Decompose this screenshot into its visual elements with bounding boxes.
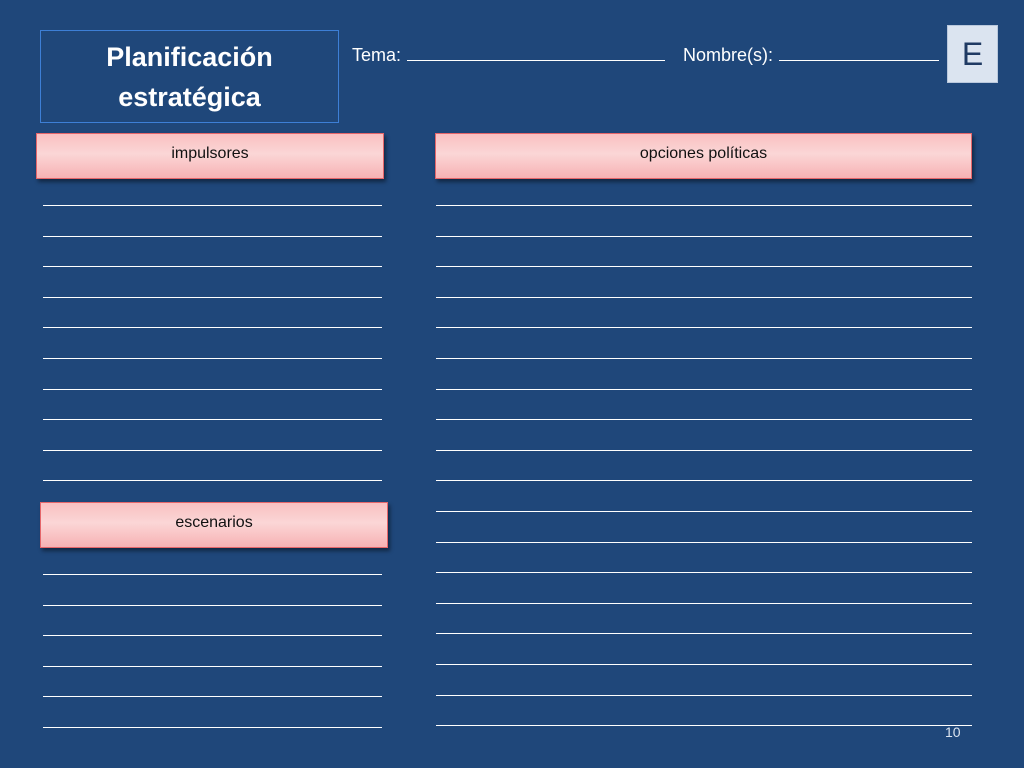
- blank-writing-line[interactable]: [436, 664, 972, 665]
- blank-writing-line[interactable]: [436, 266, 972, 268]
- blank-writing-line[interactable]: [43, 358, 382, 359]
- letter-badge: E: [947, 25, 998, 83]
- blank-writing-line[interactable]: [43, 665, 382, 667]
- blank-writing-line[interactable]: [436, 449, 972, 451]
- blank-writing-line[interactable]: [43, 574, 382, 575]
- page-number: 10: [945, 724, 961, 740]
- blank-writing-line[interactable]: [43, 327, 382, 329]
- blank-writing-line[interactable]: [43, 604, 382, 606]
- section-label-opciones-politicas: opciones políticas: [639, 145, 768, 162]
- blank-writing-line[interactable]: [43, 480, 382, 482]
- blank-writing-line[interactable]: [436, 511, 972, 512]
- letter-badge-text: E: [961, 35, 984, 72]
- blank-writing-line[interactable]: [436, 358, 972, 359]
- nombre-blank[interactable]: [779, 42, 940, 61]
- blank-writing-line[interactable]: [436, 235, 972, 237]
- blank-writing-line[interactable]: [43, 235, 382, 237]
- blank-writing-line[interactable]: [436, 694, 972, 696]
- blank-writing-line[interactable]: [43, 635, 382, 637]
- blank-writing-line[interactable]: [43, 266, 382, 268]
- blank-writing-line[interactable]: [436, 541, 972, 543]
- title-box: Planificación estratégica: [40, 30, 339, 123]
- blank-writing-line[interactable]: [436, 388, 972, 390]
- tema-label: Tema:: [352, 45, 402, 65]
- blank-writing-line[interactable]: [436, 602, 972, 604]
- blank-writing-line[interactable]: [436, 419, 972, 421]
- header-fields: Tema: Nombre(s):: [352, 42, 940, 68]
- section-label-impulsores: impulsores: [171, 145, 249, 162]
- section-header-escenarios: escenarios: [40, 502, 388, 548]
- page-title: Planificación estratégica: [106, 41, 273, 112]
- blank-writing-line[interactable]: [43, 388, 382, 390]
- section-header-impulsores: impulsores: [36, 133, 384, 179]
- blank-writing-line[interactable]: [43, 449, 382, 451]
- tema-blank[interactable]: [407, 42, 666, 61]
- blank-writing-line[interactable]: [43, 296, 382, 298]
- blank-writing-line[interactable]: [436, 633, 972, 635]
- blank-writing-line[interactable]: [43, 419, 382, 421]
- blank-writing-line[interactable]: [436, 327, 972, 329]
- blank-writing-line[interactable]: [43, 696, 382, 698]
- blank-writing-line[interactable]: [436, 572, 972, 574]
- nombre-label: Nombre(s):: [683, 45, 774, 65]
- blank-writing-line[interactable]: [436, 480, 972, 482]
- writing-lines-impulsores[interactable]: [43, 205, 382, 495]
- section-label-escenarios: escenarios: [175, 514, 253, 531]
- blank-writing-line[interactable]: [436, 205, 972, 206]
- blank-writing-line[interactable]: [436, 725, 972, 727]
- blank-writing-line[interactable]: [436, 296, 972, 298]
- writing-lines-escenarios[interactable]: [43, 574, 382, 734]
- blank-writing-line[interactable]: [43, 727, 382, 728]
- writing-lines-opciones-politicas[interactable]: [436, 205, 972, 735]
- section-header-opciones-politicas: opciones políticas: [435, 133, 972, 179]
- blank-writing-line[interactable]: [43, 205, 382, 206]
